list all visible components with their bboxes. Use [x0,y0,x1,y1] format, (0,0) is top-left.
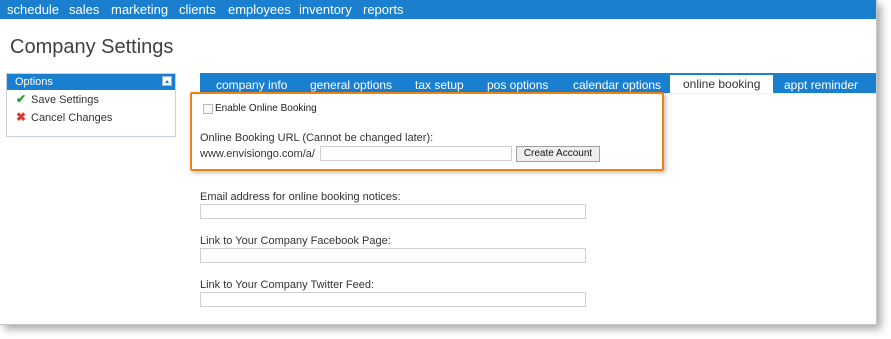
tab-company-info[interactable]: company info [216,78,287,92]
tab-calendar-options[interactable]: calendar options [573,78,661,92]
tab-tax-setup[interactable]: tax setup [415,78,464,92]
options-panel-title: Options [15,76,53,88]
check-icon: ✔ [16,92,27,106]
email-notices-input[interactable] [200,204,586,219]
facebook-label: Link to Your Company Facebook Page: [200,235,391,247]
save-settings-button[interactable]: ✔ Save Settings [7,92,175,110]
facebook-input[interactable] [200,248,586,263]
tab-appt-reminder[interactable]: appt reminder [784,78,858,92]
booking-url-prefix: www.envisiongo.com/a/ [200,148,315,160]
tab-general-options[interactable]: general options [310,78,392,92]
save-settings-label: Save Settings [31,94,99,106]
cancel-changes-button[interactable]: ✖ Cancel Changes [7,110,175,128]
email-notices-label: Email address for online booking notices… [200,191,401,203]
nav-marketing[interactable]: marketing [111,2,168,17]
app-window: schedule sales marketing clients employe… [0,0,877,325]
top-navigation: schedule sales marketing clients employe… [0,0,876,19]
options-panel: Options ✔ Save Settings ✖ Cancel Changes [6,73,176,137]
twitter-label: Link to Your Company Twitter Feed: [200,279,375,291]
nav-employees[interactable]: employees [228,2,291,17]
tab-pos-options[interactable]: pos options [487,78,548,92]
collapse-up-icon[interactable] [162,76,172,86]
settings-tabs: company info general options tax setup p… [200,73,876,93]
nav-schedule[interactable]: schedule [7,2,59,17]
enable-online-booking-checkbox[interactable] [203,104,213,114]
create-account-button[interactable]: Create Account [516,146,600,162]
nav-sales[interactable]: sales [69,2,99,17]
enable-online-booking-label: Enable Online Booking [215,103,317,114]
twitter-input[interactable] [200,292,586,307]
cancel-changes-label: Cancel Changes [31,112,113,124]
page-title: Company Settings [10,36,174,58]
tab-online-booking[interactable]: online booking [670,75,774,93]
nav-reports[interactable]: reports [363,2,403,17]
booking-url-label: Online Booking URL (Cannot be changed la… [200,132,434,144]
x-icon: ✖ [16,110,27,124]
nav-clients[interactable]: clients [179,2,216,17]
options-panel-header: Options [7,74,175,90]
booking-url-input[interactable] [320,146,512,161]
nav-inventory[interactable]: inventory [299,2,352,17]
